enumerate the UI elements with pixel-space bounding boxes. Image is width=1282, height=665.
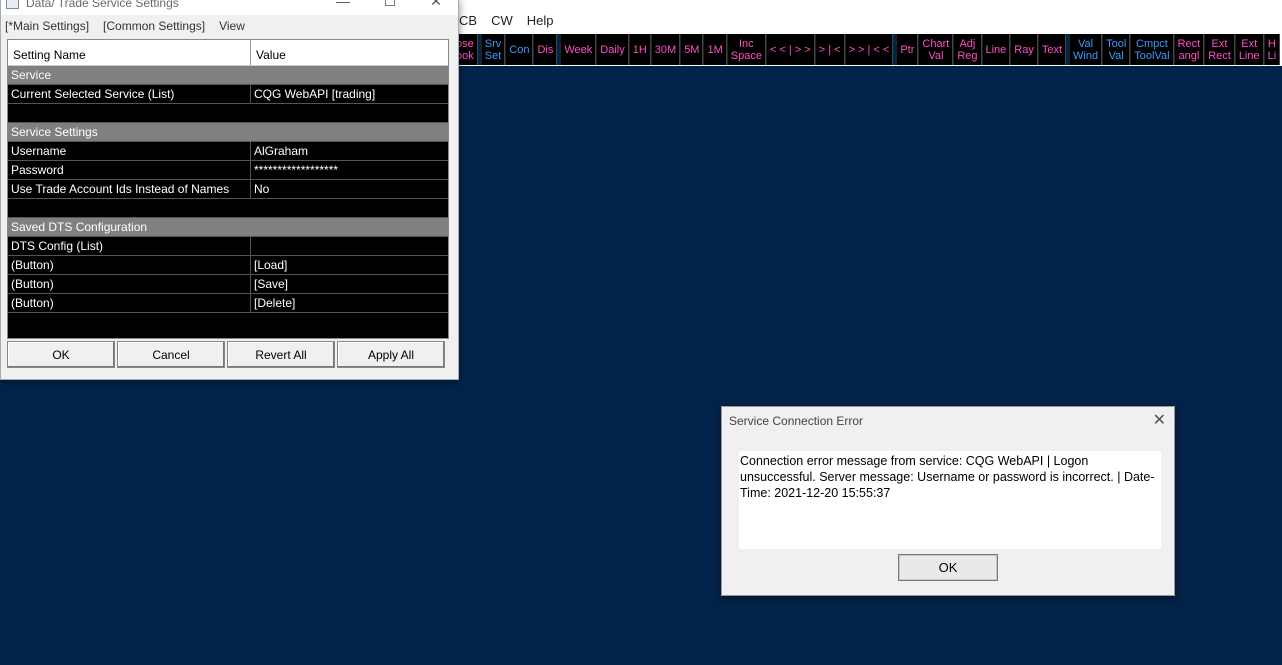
setting-name: (Button)	[8, 275, 251, 293]
toolbar-button[interactable]: Inc Space	[726, 34, 766, 65]
error-message: Connection error message from service: C…	[739, 451, 1161, 549]
row-dts-config[interactable]: DTS Config (List)	[8, 237, 448, 256]
header-setting-name[interactable]: Setting Name	[8, 40, 251, 65]
row-load[interactable]: (Button) [Load]	[8, 256, 448, 275]
setting-value[interactable]	[251, 237, 254, 255]
section-service: Service	[8, 66, 448, 85]
dialog-title: Service Connection Error	[729, 414, 864, 428]
setting-name: Current Selected Service (List)	[8, 85, 251, 103]
revert-all-button[interactable]: Revert All	[227, 341, 335, 368]
setting-name: Password	[8, 161, 251, 179]
setting-value[interactable]: No	[251, 180, 269, 198]
menu-view[interactable]: View	[215, 19, 249, 39]
settings-button-bar: OK Cancel Revert All Apply All	[7, 341, 445, 368]
header-value[interactable]: Value	[251, 40, 291, 65]
toolbar-button[interactable]: Daily	[596, 34, 629, 65]
toolbar-button[interactable]: Line	[981, 34, 1011, 65]
toolbar-button[interactable]: 5M	[680, 34, 704, 65]
section-service-settings: Service Settings	[8, 123, 448, 142]
setting-name: (Button)	[8, 294, 251, 312]
error-dialog: Service Connection Error ✕ Connection er…	[721, 406, 1175, 596]
section-saved-dts: Saved DTS Configuration	[8, 218, 448, 237]
app-menu-bar: CB CW Help	[452, 13, 560, 28]
row-save[interactable]: (Button) [Save]	[8, 275, 448, 294]
toolbar-button[interactable]: 1M	[703, 34, 727, 65]
row-use-trade-ids[interactable]: Use Trade Account Ids Instead of Names N…	[8, 180, 448, 199]
setting-name: Use Trade Account Ids Instead of Names	[8, 180, 251, 198]
blank-row	[8, 199, 448, 218]
toolbar-button[interactable]: Adj Reg	[953, 34, 982, 65]
menu-cw[interactable]: CW	[484, 13, 520, 28]
menu-main-settings[interactable]: [*Main Settings]	[1, 19, 93, 39]
dialog-ok-button[interactable]: OK	[898, 554, 998, 581]
row-username[interactable]: Username AlGraham	[8, 142, 448, 161]
toolbar-button[interactable]: Text	[1037, 34, 1067, 65]
menu-common-settings[interactable]: [Common Settings]	[99, 19, 209, 39]
settings-menu: [*Main Settings] [Common Settings] View	[1, 19, 458, 39]
row-delete[interactable]: (Button) [Delete]	[8, 294, 448, 313]
password-field[interactable]: ******************	[251, 161, 338, 179]
toolbar-button[interactable]: Val Wind	[1069, 34, 1103, 65]
toolbar-button[interactable]: > | <	[814, 34, 845, 65]
save-button[interactable]: [Save]	[251, 275, 288, 293]
load-button[interactable]: [Load]	[251, 256, 287, 274]
row-password[interactable]: Password ******************	[8, 161, 448, 180]
maximize-icon[interactable]: ☐	[375, 0, 405, 10]
toolbar-button[interactable]: Con	[505, 34, 534, 65]
toolbar-button[interactable]: 30M	[650, 34, 681, 65]
window-titlebar[interactable]: Data/ Trade Service Settings — ☐ ✕	[1, 0, 458, 15]
username-field[interactable]: AlGraham	[251, 142, 308, 160]
toolbar-button[interactable]: 1H	[628, 34, 651, 65]
setting-name: (Button)	[8, 256, 251, 274]
setting-value[interactable]: CQG WebAPI [trading]	[251, 85, 375, 103]
toolbar-button[interactable]: Rect angl	[1173, 34, 1205, 65]
menu-help[interactable]: Help	[520, 13, 561, 28]
setting-name: Username	[8, 142, 251, 160]
toolbar-button[interactable]: < < | > >	[765, 34, 815, 65]
toolbar-button[interactable]: Ext Rect	[1204, 34, 1235, 65]
toolbar-button[interactable]: Ext Line	[1234, 34, 1264, 65]
chart-toolbar: ose ook Srv Set Con Dis Week Daily 1H 30M 5M 1M In…	[452, 34, 1281, 65]
setting-name: DTS Config (List)	[8, 237, 251, 255]
toolbar-button[interactable]: Ray	[1010, 34, 1038, 65]
app-icon	[6, 0, 19, 9]
toolbar-button[interactable]: Tool Val	[1102, 34, 1131, 65]
close-icon[interactable]: ✕	[421, 0, 451, 10]
cancel-button[interactable]: Cancel	[117, 341, 225, 368]
settings-grid: Setting Name Value Service Current Selec…	[7, 39, 449, 339]
toolbar-button[interactable]: Chart Val	[918, 34, 954, 65]
delete-button[interactable]: [Delete]	[251, 294, 295, 312]
ok-button[interactable]: OK	[7, 341, 115, 368]
window-title: Data/ Trade Service Settings	[26, 0, 179, 10]
toolbar-button[interactable]: Srv Set	[480, 34, 506, 65]
toolbar-button[interactable]: H Li	[1263, 34, 1281, 65]
minimize-icon[interactable]: —	[328, 0, 358, 9]
row-current-service[interactable]: Current Selected Service (List) CQG WebA…	[8, 85, 448, 104]
toolbar-button[interactable]: Ptr	[896, 34, 919, 65]
apply-all-button[interactable]: Apply All	[337, 341, 445, 368]
settings-window: Data/ Trade Service Settings — ☐ ✕ [*Mai…	[0, 0, 459, 380]
close-icon[interactable]: ✕	[1153, 410, 1166, 430]
blank-row	[8, 104, 448, 123]
toolbar-button[interactable]: Dis	[533, 34, 558, 65]
toolbar-button[interactable]: > > | < <	[844, 34, 894, 65]
toolbar-button[interactable]: Week	[560, 34, 597, 65]
toolbar-button[interactable]: Cmpct ToolVal	[1130, 34, 1174, 65]
grid-header: Setting Name Value	[8, 40, 448, 66]
